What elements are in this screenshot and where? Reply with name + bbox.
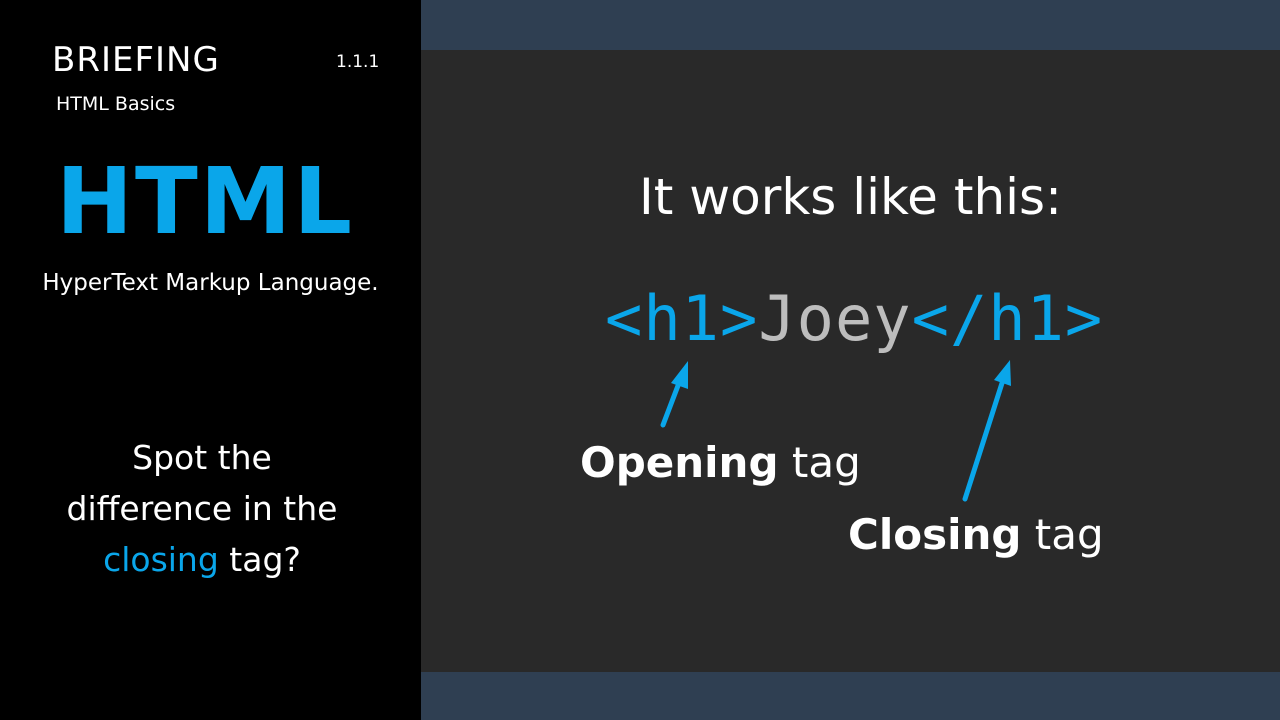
- sidebar-panel: BRIEFING 1.1.1 HTML Basics HTML HyperTex…: [0, 0, 421, 720]
- question-line-1: Spot the: [132, 438, 272, 477]
- closing-label-rest: tag: [1021, 510, 1104, 559]
- question-line-3-rest: tag?: [218, 540, 301, 579]
- version-number: 1.1.1: [336, 52, 380, 72]
- annotation-arrows: [660, 360, 1011, 502]
- question-text: Spot the difference in the closing tag?: [0, 432, 404, 585]
- closing-tag-label: Closing tag: [848, 510, 1104, 559]
- closing-arrow-icon: [962, 360, 1011, 502]
- section-label: BRIEFING: [52, 40, 220, 80]
- slide-panel: It works like this: <h1>Joey</h1> Openin…: [421, 0, 1280, 720]
- question-line-3: closing tag?: [0, 534, 404, 585]
- opening-label-bold: Opening: [580, 438, 779, 487]
- opening-label-rest: tag: [778, 438, 861, 487]
- acronym-expansion: HyperText Markup Language.: [42, 270, 379, 296]
- question-line-2: difference in the: [66, 489, 338, 528]
- topic-title: HTML: [56, 148, 354, 255]
- question-highlight: closing: [103, 540, 219, 579]
- opening-arrow-icon: [660, 361, 688, 428]
- closing-label-bold: Closing: [848, 510, 1022, 559]
- opening-tag-label: Opening tag: [580, 438, 861, 487]
- lesson-subtitle: HTML Basics: [56, 93, 176, 115]
